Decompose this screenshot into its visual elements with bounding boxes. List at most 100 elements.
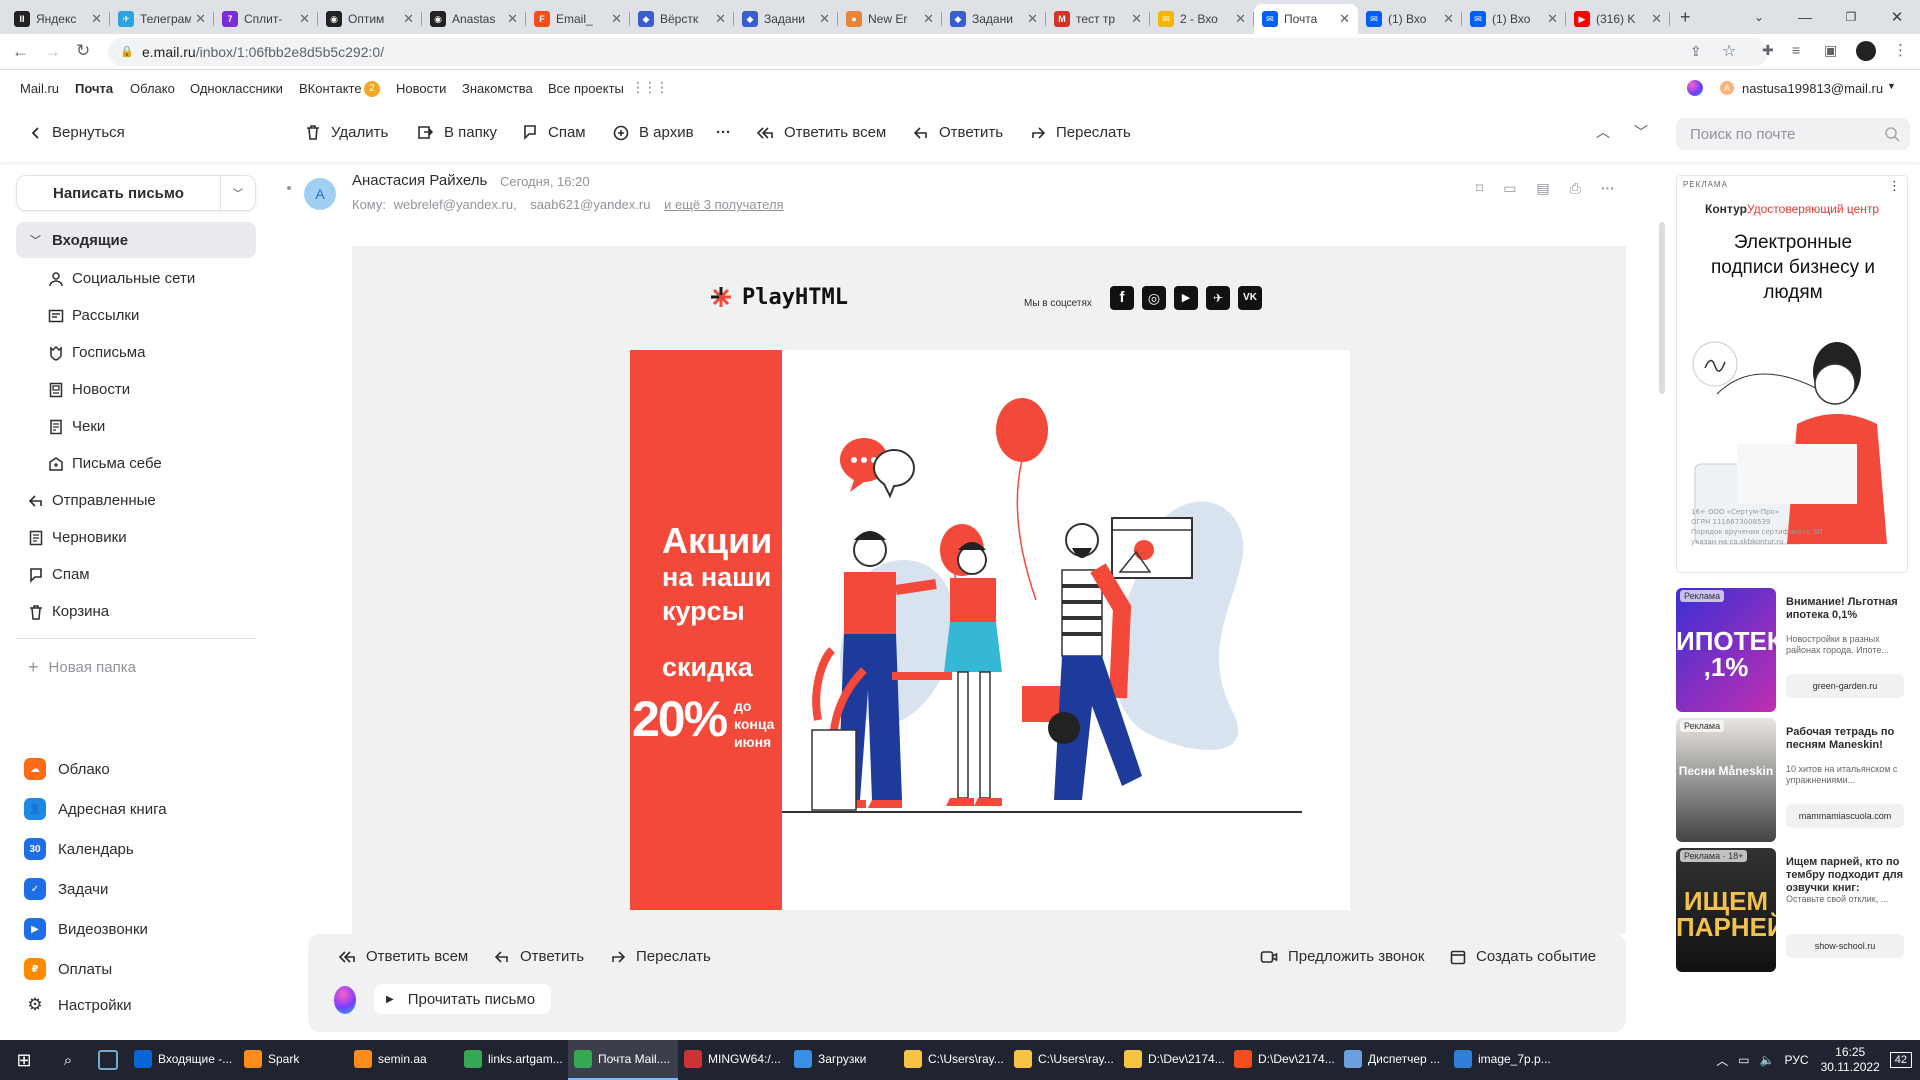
taskbar-item[interactable]: Диспетчер ... <box>1338 1040 1448 1080</box>
taskbar-item[interactable]: Загрузки <box>788 1040 898 1080</box>
browser-tab[interactable]: ● New Er ✕ <box>838 4 942 34</box>
language-indicator[interactable]: РУС <box>1785 1053 1809 1067</box>
browser-tab[interactable]: ◆ Вёрстк ✕ <box>630 4 734 34</box>
restore-button[interactable]: ❐ <box>1828 10 1874 24</box>
sidebar-app[interactable]: ▶ Видеозвонки <box>24 918 148 940</box>
tab-close-icon[interactable]: ✕ <box>715 11 726 27</box>
browser-tab[interactable]: ✉ (1) Вхо ✕ <box>1358 4 1462 34</box>
sidebar-app[interactable]: ✓ Задачи <box>24 878 108 900</box>
back-icon[interactable]: ← <box>12 42 29 62</box>
reply-button[interactable]: Ответить <box>913 124 1003 141</box>
browser-tab[interactable]: ✉ Почта ✕ <box>1254 4 1358 34</box>
taskbar-item[interactable]: Входящие -... <box>128 1040 238 1080</box>
recipient-2[interactable]: saab621@yandex.ru <box>530 197 650 212</box>
sidebar-item-news[interactable]: Новости <box>48 381 130 398</box>
message-scrollbar[interactable] <box>1659 222 1665 394</box>
tab-close-icon[interactable]: ✕ <box>1651 11 1662 27</box>
taskbar-item[interactable]: D:\Dev\2174... <box>1228 1040 1338 1080</box>
reply-all-button[interactable]: Ответить всем <box>756 124 886 141</box>
bottom-forward-button[interactable]: Переслать <box>610 948 711 965</box>
clock[interactable]: 16:25 30.11.2022 <box>1821 1045 1880 1075</box>
telegram-icon[interactable]: ✈ <box>1206 286 1230 310</box>
taskbar-item[interactable]: D:\Dev\2174... <box>1118 1040 1228 1080</box>
suggest-call-button[interactable]: Предложить звонок <box>1260 948 1424 965</box>
playhtml-logo[interactable]: PlayHTML <box>708 284 848 310</box>
browser-tab[interactable]: ◉ Anastas ✕ <box>422 4 526 34</box>
ad-more-icon[interactable]: ⋮ <box>1888 178 1901 194</box>
settings-button[interactable]: ⚙ Настройки <box>24 995 131 1015</box>
bottom-reply-all-button[interactable]: Ответить всем <box>338 948 468 965</box>
profile-icon[interactable] <box>1856 41 1876 61</box>
sidebar-item-drafts[interactable]: Черновики <box>28 529 127 546</box>
sidepanel-icon[interactable]: ▣ <box>1824 42 1837 59</box>
sidebar-item-gov-letters[interactable]: Госписьма <box>48 344 145 361</box>
portal-link-mail[interactable]: Почта <box>75 81 113 96</box>
delete-button[interactable]: Удалить <box>305 124 388 141</box>
ad-card[interactable]: Реклама · 18+ ИЩЕМ ПАРНЕЙ Ищем парней, кто… <box>1676 848 1912 972</box>
ad-domain-button[interactable]: green-garden.ru <box>1786 674 1904 698</box>
instagram-icon[interactable]: ◎ <box>1142 286 1166 310</box>
media-icon[interactable]: ≡ <box>1792 42 1800 58</box>
ad-domain-button[interactable]: show-school.ru <box>1786 934 1904 958</box>
promo-banner[interactable]: Акции на наши курсы скидка 20% до конца … <box>630 350 1350 910</box>
tab-close-icon[interactable]: ✕ <box>1443 11 1454 27</box>
tab-close-icon[interactable]: ✕ <box>195 11 206 27</box>
marusia-icon[interactable] <box>1687 80 1703 96</box>
more-button[interactable]: ··· <box>716 124 731 141</box>
tab-close-icon[interactable]: ✕ <box>923 11 934 27</box>
bookmark-icon[interactable]: ⌑ <box>1476 180 1483 197</box>
archive-button[interactable]: В архив <box>613 124 694 141</box>
browser-tab[interactable]: Mтест тр ✕ <box>1046 4 1150 34</box>
tab-close-icon[interactable]: ✕ <box>1027 11 1038 27</box>
tab-close-icon[interactable]: ✕ <box>91 11 102 27</box>
create-event-button[interactable]: Создать событие <box>1450 948 1596 965</box>
tray-chevron-icon[interactable]: ︿ <box>1716 1052 1728 1069</box>
browser-tab[interactable]: 7 Сплит- ✕ <box>214 4 318 34</box>
portal-link-all-projects[interactable]: Все проекты <box>548 81 624 96</box>
ad-card[interactable]: Реклама Песни Måneskin Рабочая тетрадь по … <box>1676 718 1912 842</box>
user-menu-caret-icon[interactable]: ▼ <box>1887 81 1896 91</box>
minimize-button[interactable]: — <box>1782 9 1828 25</box>
close-window-button[interactable]: ✕ <box>1874 8 1920 26</box>
facebook-icon[interactable]: f <box>1110 286 1134 310</box>
spam-button[interactable]: Спам <box>522 124 586 141</box>
grid-icon[interactable]: ⋮⋮⋮ <box>631 79 669 96</box>
taskbar-item[interactable]: Почта Mail.... <box>568 1040 678 1080</box>
sidebar-app[interactable]: 30 Календарь <box>24 838 134 860</box>
new-tab-icon[interactable]: + <box>1680 7 1691 28</box>
sidebar-app[interactable]: 👤 Адресная книга <box>24 798 167 820</box>
vk-icon[interactable]: VK <box>1238 286 1262 310</box>
taskbar-app-icon[interactable] <box>88 1050 128 1070</box>
browser-tab[interactable]: ✈ Телеграм ✕ <box>110 4 214 34</box>
browser-tab[interactable]: II Яндекс ✕ <box>6 4 110 34</box>
browser-tab[interactable]: ◆ Задани ✕ <box>942 4 1046 34</box>
tab-search-icon[interactable]: ⌄ <box>1736 10 1782 24</box>
tab-close-icon[interactable]: ✕ <box>507 11 518 27</box>
recipient-1[interactable]: webrelef@yandex.ru, <box>394 197 517 212</box>
extensions-icon[interactable]: ✚ <box>1762 42 1774 59</box>
user-email[interactable]: nastusa199813@mail.ru <box>1742 81 1883 96</box>
portal-link-vk[interactable]: ВКонтакте <box>299 81 362 96</box>
tab-close-icon[interactable]: ✕ <box>1547 11 1558 27</box>
print-icon[interactable]: ⎙ <box>1570 180 1581 197</box>
volume-icon[interactable]: 🔈 <box>1760 1053 1775 1067</box>
sender-name[interactable]: Анастасия Райхель <box>352 172 487 189</box>
sidebar-app[interactable]: ☁ Облако <box>24 758 110 780</box>
taskbar-item[interactable]: image_7p.p... <box>1448 1040 1558 1080</box>
portal-link-news[interactable]: Новости <box>396 81 446 96</box>
taskbar-item[interactable]: C:\Users\ray... <box>898 1040 1008 1080</box>
sidebar-item-social[interactable]: Социальные сети <box>48 270 195 287</box>
taskbar-item[interactable]: links.artgam... <box>458 1040 568 1080</box>
tab-close-icon[interactable]: ✕ <box>1235 11 1246 27</box>
taskbar-item[interactable]: C:\Users\ray... <box>1008 1040 1118 1080</box>
url-field[interactable]: 🔒 e.mail.ru/inbox/1:06fbb2e8d5b5c292:0/ <box>108 38 1768 66</box>
back-button[interactable]: Вернуться <box>30 124 125 141</box>
ad-domain-button[interactable]: mammamiascuola.com <box>1786 804 1904 828</box>
browser-tab[interactable]: ◆ Задани ✕ <box>734 4 838 34</box>
taskbar-item[interactable]: Spark <box>238 1040 348 1080</box>
read-aloud-button[interactable]: ▶ Прочитать письмо <box>374 984 552 1014</box>
youtube-icon[interactable]: ▶ <box>1174 286 1198 310</box>
tab-close-icon[interactable]: ✕ <box>403 11 414 27</box>
portal-link-mailru[interactable]: Mail.ru <box>20 81 59 96</box>
taskbar-item[interactable]: MINGW64:/... <box>678 1040 788 1080</box>
